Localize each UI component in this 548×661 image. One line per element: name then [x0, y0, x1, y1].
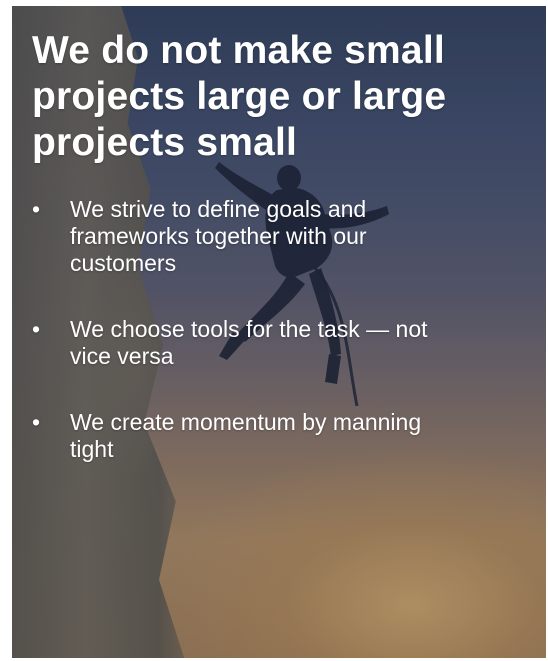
- slide-headline: We do not make small projects large or l…: [32, 29, 447, 164]
- bullet-text: We create momentum by manning tight: [70, 409, 422, 462]
- bullet-dot-icon: •: [32, 316, 41, 342]
- bullet-dot-icon: •: [32, 409, 41, 435]
- bullet-text: We strive to define goals and frameworks…: [70, 196, 367, 276]
- slide-content: We do not make small projects large or l…: [32, 28, 502, 502]
- bullet-dot-icon: •: [32, 196, 41, 222]
- slide-frame: We do not make small projects large or l…: [12, 6, 546, 658]
- bullet-item: • We strive to define goals and framewor…: [32, 196, 450, 277]
- bullet-text: We choose tools for the task — not vice …: [70, 316, 428, 369]
- bullet-item: • We choose tools for the task — not vic…: [32, 316, 450, 370]
- bullet-list: • We strive to define goals and framewor…: [32, 196, 502, 463]
- bullet-item: • We create momentum by manning tight: [32, 409, 450, 463]
